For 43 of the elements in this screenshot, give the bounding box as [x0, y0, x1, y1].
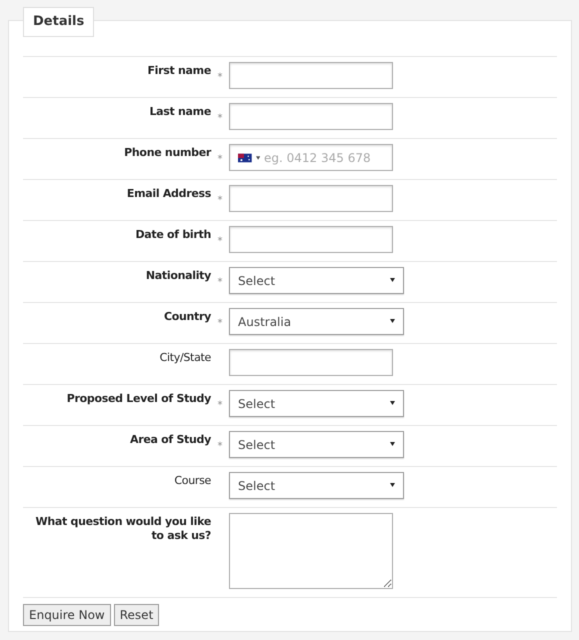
caret-icon: [390, 278, 395, 282]
field-label: Date of birth: [134, 227, 211, 243]
field-label: Email Address: [126, 186, 211, 202]
required-mark: *: [218, 277, 222, 288]
input-field[interactable]: [229, 103, 393, 130]
field-label: Proposed Level of Study: [66, 391, 211, 407]
section-legend: Details: [23, 7, 94, 36]
required-mark: *: [218, 113, 222, 124]
field-label: Last name: [148, 104, 211, 120]
field-label: Area of Study: [129, 432, 211, 448]
required-mark: *: [218, 441, 222, 452]
required-mark: *: [218, 400, 222, 411]
input-field[interactable]: [229, 62, 393, 89]
field-label: Nationality: [144, 268, 211, 284]
required-mark: *: [218, 154, 222, 165]
field-label: Course: [173, 473, 211, 489]
dropdown[interactable]: Select: [229, 390, 404, 417]
required-mark: *: [218, 236, 222, 247]
reset-button[interactable]: Reset: [114, 604, 160, 626]
caret-icon[interactable]: [256, 156, 260, 160]
field-label: First name: [146, 63, 211, 79]
field-label: Country: [162, 309, 211, 325]
input-field[interactable]: [229, 185, 393, 212]
field-label: Phone number: [123, 145, 211, 161]
dropdown[interactable]: Select: [229, 267, 404, 294]
required-mark: *: [218, 318, 222, 329]
flag-icon[interactable]: [238, 152, 252, 162]
field-label: What question would you like to ask us?: [34, 514, 211, 544]
dropdown[interactable]: Australia: [229, 308, 404, 335]
phone-field[interactable]: eg. 0412 345 678: [229, 144, 393, 171]
field-label: City/State: [158, 350, 211, 366]
input-field[interactable]: [229, 349, 393, 376]
dropdown[interactable]: Select: [229, 472, 404, 499]
caret-icon: [390, 319, 395, 324]
required-mark: *: [218, 72, 222, 83]
caret-icon: [390, 483, 395, 488]
dropdown[interactable]: Select: [229, 431, 404, 458]
input-field[interactable]: [229, 226, 393, 253]
required-mark: *: [218, 195, 222, 206]
text-area[interactable]: [229, 513, 393, 589]
caret-icon: [390, 442, 395, 446]
submit-button[interactable]: Enquire Now: [23, 604, 111, 626]
caret-icon: [390, 401, 395, 406]
